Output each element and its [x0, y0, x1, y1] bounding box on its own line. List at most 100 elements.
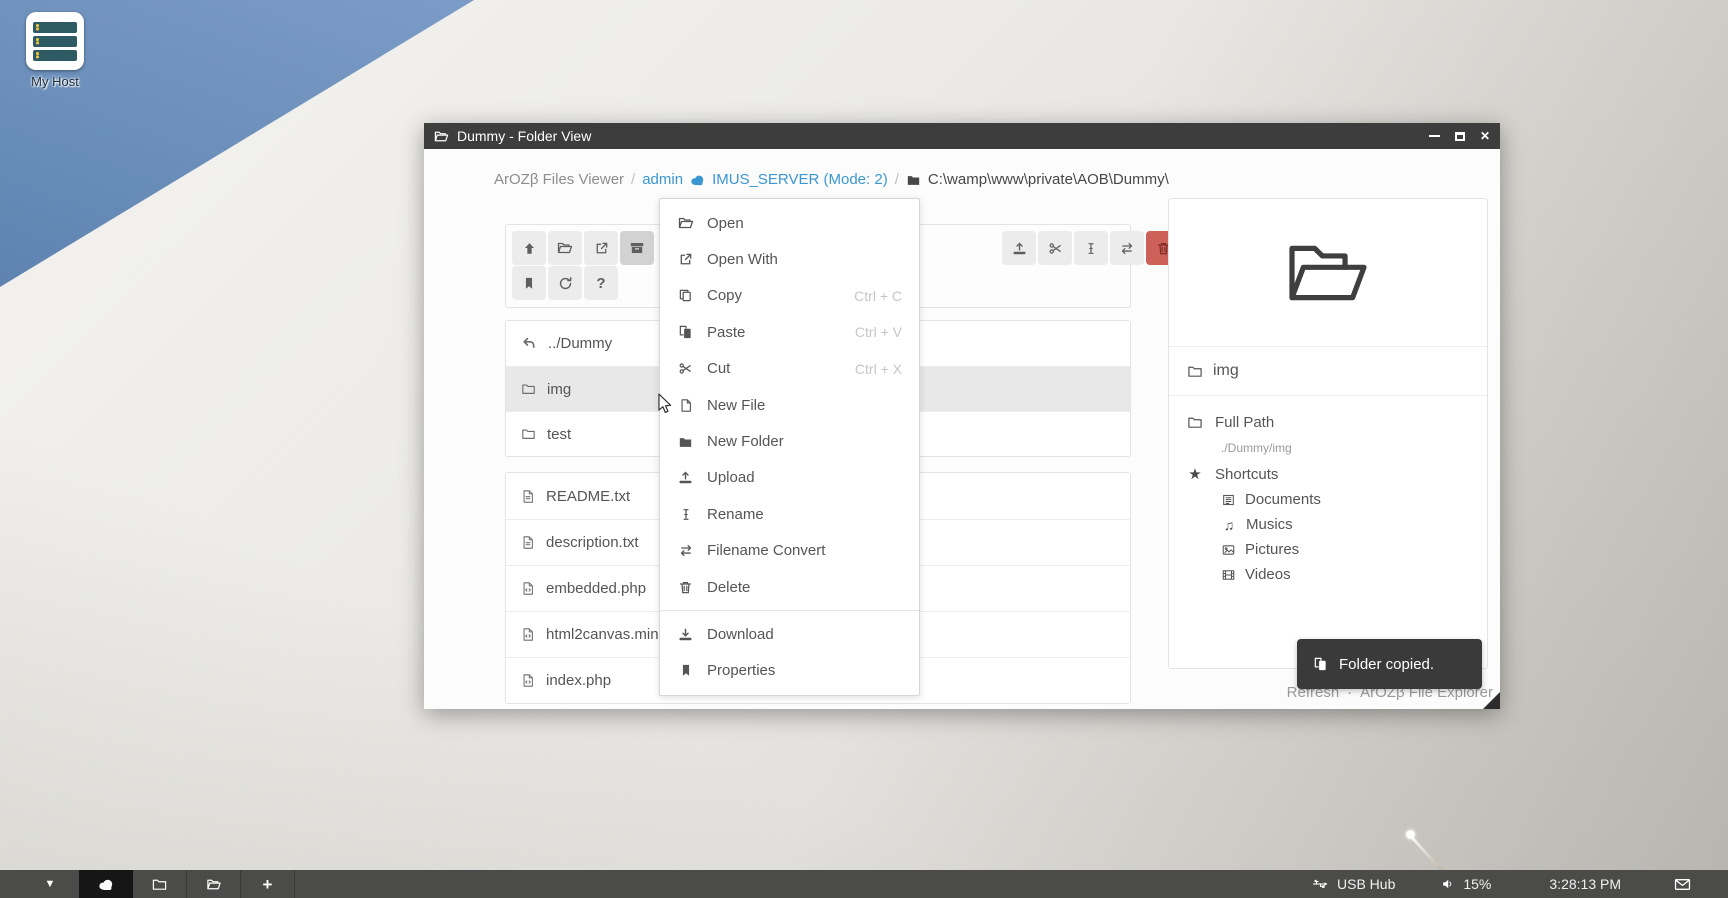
clock[interactable]: 3:28:13 PM [1549, 876, 1621, 892]
folder-open-large-icon [1282, 237, 1374, 309]
shortcuts-label: Shortcuts [1215, 466, 1278, 483]
panel-folder-name-row: img [1169, 347, 1487, 396]
window-titlebar[interactable]: Dummy - Folder View ✕ [424, 123, 1500, 149]
menu-item-download[interactable]: Download [660, 616, 919, 652]
documents-icon [1221, 493, 1236, 507]
folder-view-window: Dummy - Folder View ✕ ArOZβ Files Viewer… [424, 123, 1500, 709]
filename-convert-button[interactable] [1110, 231, 1144, 265]
convert-icon [677, 543, 694, 558]
shortcuts-header: ★ Shortcuts [1187, 461, 1469, 487]
taskbar-app-folder-open[interactable] [187, 870, 241, 898]
breadcrumb-server[interactable]: IMUS_SERVER (Mode: 2) [712, 171, 888, 188]
help-button[interactable]: ? [584, 266, 618, 300]
menu-item-paste[interactable]: Paste Ctrl + V [660, 314, 919, 350]
menu-item-new-folder[interactable]: New Folder [660, 423, 919, 459]
server-bar [33, 50, 77, 61]
breadcrumb-user-link[interactable]: admin IMUS_SERVER (Mode: 2) [642, 171, 887, 188]
file-name: index.php [546, 672, 611, 689]
menu-item-new-file[interactable]: New File [660, 387, 919, 423]
menu-item-open-with[interactable]: Open With [660, 241, 919, 277]
cut-icon [677, 361, 694, 376]
menu-shortcut: Ctrl + C [854, 288, 902, 304]
taskbar-app-folder[interactable] [133, 870, 187, 898]
menu-item-copy[interactable]: Copy Ctrl + C [660, 278, 919, 314]
resize-handle[interactable] [1483, 692, 1500, 709]
file-code-icon [521, 627, 535, 642]
menu-item-filename-convert[interactable]: Filename Convert [660, 533, 919, 569]
new-folder-icon [677, 435, 694, 449]
panel-hero [1169, 199, 1487, 347]
window-title: Dummy - Folder View [457, 128, 591, 144]
rename-icon [677, 507, 694, 522]
chevron-down-icon[interactable]: ▼ [42, 878, 58, 890]
speaker-icon [1441, 877, 1455, 891]
shortcut-musics[interactable]: ♫ Musics [1187, 512, 1469, 537]
bookmark-icon [677, 663, 694, 678]
usb-indicator[interactable]: USB Hub [1311, 876, 1395, 892]
folder-icon [151, 877, 168, 892]
menu-item-rename[interactable]: Rename [660, 496, 919, 532]
mail-indicator[interactable] [1673, 877, 1692, 892]
maximize-icon[interactable] [1455, 132, 1465, 141]
server-bar [33, 36, 77, 47]
folder-open-icon [205, 877, 223, 892]
shortcut-videos[interactable]: Videos [1187, 562, 1469, 587]
music-icon: ♫ [1221, 517, 1237, 533]
taskbar-app-cloud[interactable] [79, 870, 133, 898]
desktop-icon-my-host[interactable]: My Host [16, 12, 94, 89]
taskbar-add-button[interactable]: + [241, 870, 295, 898]
upload-icon [677, 470, 694, 485]
menu-divider [660, 610, 919, 611]
up-directory-button[interactable] [512, 231, 546, 265]
shortcut-documents[interactable]: Documents [1187, 487, 1469, 512]
menu-shortcut: Ctrl + X [855, 361, 902, 377]
menu-item-upload[interactable]: Upload [660, 460, 919, 496]
taskbar-tray: USB Hub 15% 3:28:13 PM [1311, 876, 1728, 892]
toast-notification: Folder copied. [1297, 639, 1482, 689]
volume-indicator[interactable]: 15% [1441, 876, 1491, 892]
plus-icon: + [263, 876, 273, 893]
upload-button[interactable] [1002, 231, 1036, 265]
close-icon[interactable]: ✕ [1480, 130, 1490, 142]
new-file-icon [677, 398, 694, 413]
menu-item-properties[interactable]: Properties [660, 653, 919, 689]
clock-label: 3:28:13 PM [1549, 876, 1621, 892]
breadcrumb-path: C:\wamp\www\private\AOB\Dummy\ [906, 171, 1169, 188]
menu-item-cut[interactable]: Cut Ctrl + X [660, 351, 919, 387]
folder-icon [521, 427, 536, 441]
server-icon[interactable] [26, 12, 84, 70]
menu-shortcut: Ctrl + V [855, 324, 902, 340]
menu-item-delete[interactable]: Delete [660, 569, 919, 605]
shortcut-pictures[interactable]: Pictures [1187, 537, 1469, 562]
panel-details: Full Path ./Dummy/img ★ Shortcuts Docume… [1169, 396, 1487, 600]
folder-open-icon [677, 215, 694, 231]
taskbar-app-slots: + [79, 870, 295, 898]
full-path-label: Full Path [1215, 414, 1274, 431]
cut-button[interactable] [1038, 231, 1072, 265]
copy-icon [677, 288, 694, 303]
folder-name: img [547, 381, 571, 398]
folder-icon [1187, 364, 1203, 379]
refresh-button[interactable] [548, 266, 582, 300]
bookmark-button[interactable] [512, 266, 546, 300]
parent-directory-label: ../Dummy [548, 335, 612, 352]
menu-item-open[interactable]: Open [660, 205, 919, 241]
cloud-icon [689, 173, 706, 187]
file-name: README.txt [546, 488, 630, 505]
file-name: html2canvas.min.js [546, 626, 674, 643]
open-button[interactable] [548, 231, 582, 265]
breadcrumb-separator: / [631, 171, 635, 188]
contrail-dot [1406, 830, 1415, 839]
archive-button[interactable] [620, 231, 654, 265]
full-path-row: Full Path [1187, 409, 1469, 435]
volume-label: 15% [1463, 876, 1491, 892]
cloud-icon [96, 877, 116, 892]
reply-icon [521, 336, 537, 351]
minimize-icon[interactable] [1429, 135, 1440, 137]
mouse-cursor [655, 393, 675, 415]
open-with-button[interactable] [584, 231, 618, 265]
rename-button[interactable] [1074, 231, 1108, 265]
usb-label: USB Hub [1337, 876, 1395, 892]
desktop-icon-label: My Host [16, 74, 94, 89]
file-code-icon [521, 581, 535, 596]
